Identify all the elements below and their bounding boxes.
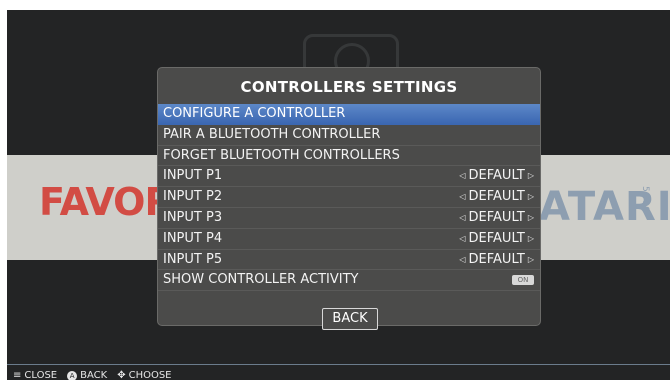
input-p4-value: DEFAULT [468,230,525,246]
menu-item-label: INPUT P4 [163,230,223,246]
input-p1-selector[interactable]: ◁ DEFAULT ▷ [459,166,534,187]
dpad-icon: ✥ [117,370,126,380]
controllers-settings-dialog: CONTROLLERS SETTINGS CONFIGURE A CONTROL… [157,67,541,330]
menu-item-forget-bluetooth[interactable]: FORGET BLUETOOTH CONTROLLERS [158,146,540,167]
menu-item-label: INPUT P1 [163,168,223,184]
help-back-label: BACK [80,370,108,380]
controller-activity-toggle[interactable]: ON [512,275,534,286]
input-p3-value: DEFAULT [468,209,525,225]
menu-item-input-p1[interactable]: INPUT P1 ◁ DEFAULT ▷ [158,166,540,188]
input-p2-value: DEFAULT [468,189,525,205]
input-p4-selector[interactable]: ◁ DEFAULT ▷ [459,229,534,250]
menu-item-label: INPUT P5 [163,251,223,267]
menu-item-input-p3[interactable]: INPUT P3 ◁ DEFAULT ▷ [158,208,540,229]
right-arrow-icon[interactable]: ▷ [528,250,534,271]
input-p2-selector[interactable]: ◁ DEFAULT ▷ [459,187,534,208]
right-arrow-icon[interactable]: ▷ [528,166,534,187]
menu-item-label: SHOW CONTROLLER ACTIVITY [163,272,359,288]
help-close: ≡ CLOSE [13,370,57,380]
footer-divider [7,364,670,365]
input-p5-value: DEFAULT [468,251,525,267]
right-arrow-icon[interactable]: ▷ [528,229,534,250]
help-bar: ≡ CLOSE A BACK ✥ CHOOSE [13,370,172,380]
menu-item-input-p5[interactable]: INPUT P5 ◁ DEFAULT ▷ [158,250,540,271]
help-choose: ✥ CHOOSE [117,370,171,380]
input-p5-selector[interactable]: ◁ DEFAULT ▷ [459,250,534,271]
left-arrow-icon[interactable]: ◁ [459,208,465,229]
menu-item-pair-bluetooth[interactable]: PAIR A BLUETOOTH CONTROLLER [158,125,540,146]
back-button[interactable]: BACK [322,308,378,330]
carousel-right-title: ATARI [539,184,670,230]
right-arrow-icon[interactable]: ▷ [528,187,534,208]
input-p1-value: DEFAULT [468,168,525,184]
help-back: A BACK [67,370,107,380]
menu-item-configure-controller[interactable]: CONFIGURE A CONTROLLER [158,104,540,125]
left-arrow-icon[interactable]: ◁ [459,187,465,208]
menu-item-label: INPUT P2 [163,189,223,205]
menu-item-label: CONFIGURE A CONTROLLER [163,106,346,121]
left-arrow-icon[interactable]: ◁ [459,166,465,187]
left-arrow-icon[interactable]: ◁ [459,250,465,271]
menu-item-label: FORGET BLUETOOTH CONTROLLERS [163,147,400,163]
menu-item-input-p2[interactable]: INPUT P2 ◁ DEFAULT ▷ [158,187,540,208]
left-arrow-icon[interactable]: ◁ [459,229,465,250]
help-close-label: CLOSE [24,370,58,380]
a-button-icon: A [67,370,78,380]
dialog-title: CONTROLLERS SETTINGS [240,78,458,96]
help-choose-label: CHOOSE [128,370,172,380]
right-arrow-icon[interactable]: ▷ [528,208,534,229]
menu-item-label: INPUT P3 [163,209,223,225]
input-p3-selector[interactable]: ◁ DEFAULT ▷ [459,208,534,229]
menu-item-label: PAIR A BLUETOOTH CONTROLLER [163,126,381,142]
settings-menu: CONFIGURE A CONTROLLER PAIR A BLUETOOTH … [158,104,540,292]
tv-screen: FAVORIT ATARI 5200 CONTROLLERS SETTINGS … [7,10,670,380]
menu-item-show-controller-activity[interactable]: SHOW CONTROLLER ACTIVITY ON [158,270,540,292]
carousel-right-subtitle: 5200 [640,186,650,213]
menu-item-input-p4[interactable]: INPUT P4 ◁ DEFAULT ▷ [158,229,540,250]
menu-icon: ≡ [13,370,22,380]
